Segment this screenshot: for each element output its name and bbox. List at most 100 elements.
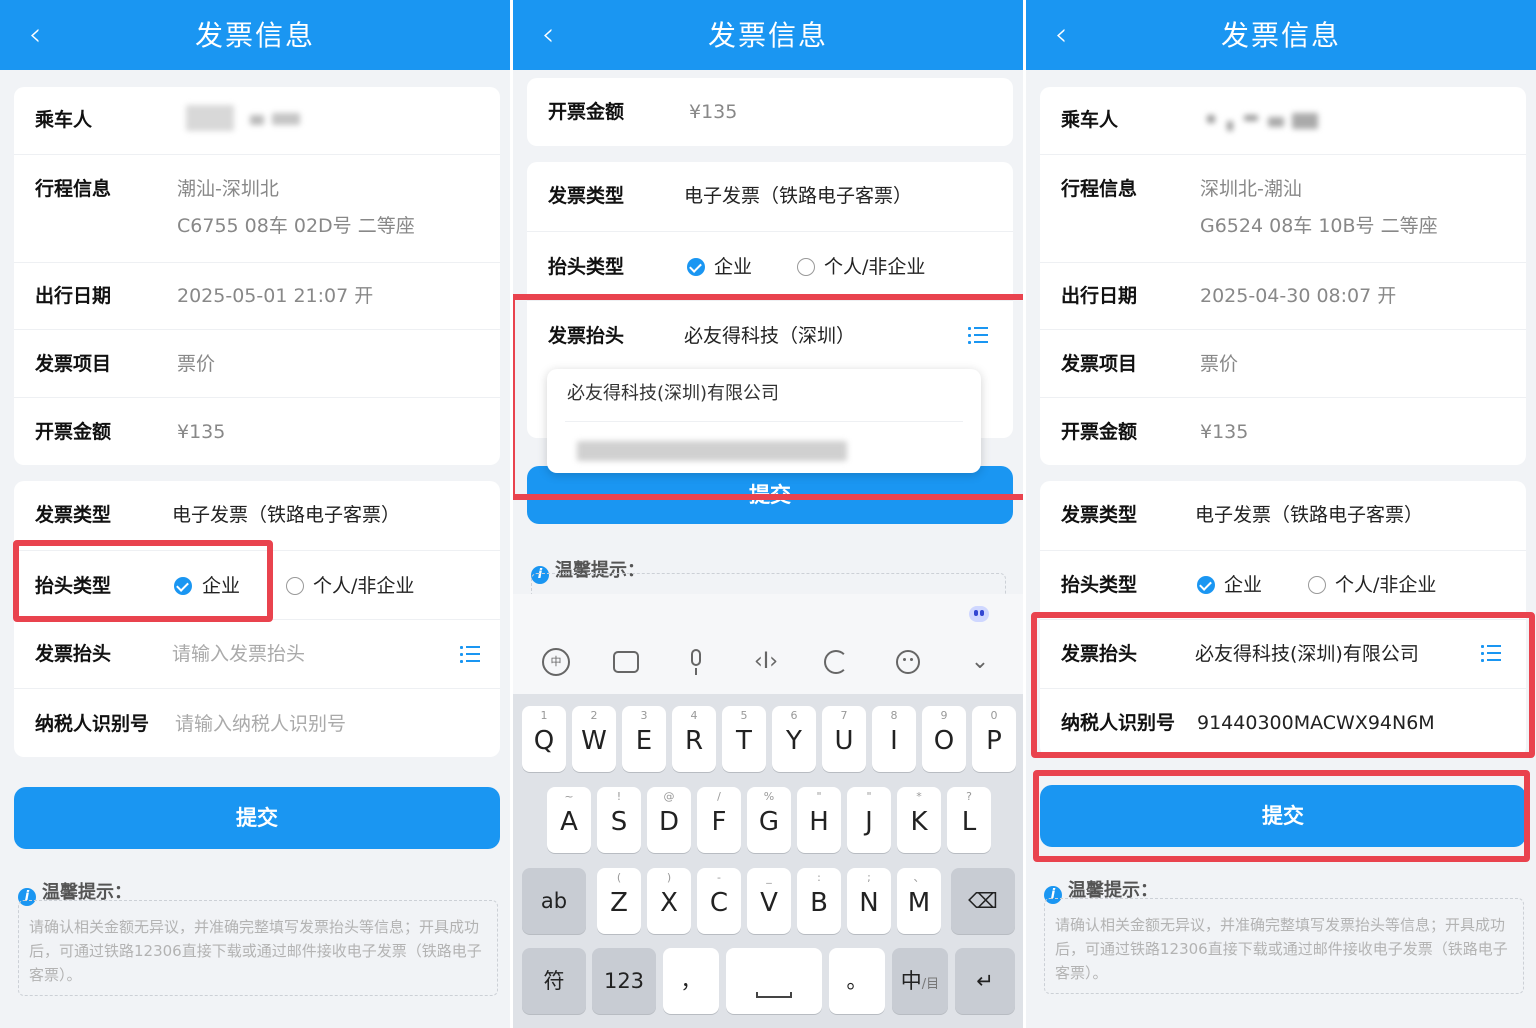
amount-label: 开票金额 bbox=[548, 101, 625, 123]
assistant-icon[interactable] bbox=[967, 604, 991, 624]
key-secondary-label: ? bbox=[966, 790, 972, 803]
emoji-icon[interactable] bbox=[894, 648, 922, 676]
key-t[interactable]: 5T bbox=[722, 706, 766, 772]
key-b[interactable]: :B bbox=[797, 868, 841, 934]
trip-row: 行程信息 深圳北-潮汕 G6524 08车 10B号 二等座 bbox=[1040, 154, 1526, 262]
company-radio-icon[interactable] bbox=[1197, 576, 1215, 594]
key-f[interactable]: / F bbox=[697, 787, 741, 853]
key-secondary-label: % bbox=[763, 790, 775, 803]
passenger-name-redacted bbox=[186, 105, 234, 131]
tax-label: 纳税人识别号 bbox=[35, 713, 150, 735]
key-label: K bbox=[910, 807, 928, 837]
key-backspace[interactable]: ⌫ bbox=[951, 868, 1015, 934]
key-p[interactable]: 0P bbox=[972, 706, 1016, 772]
keyboard-icon[interactable] bbox=[612, 648, 640, 676]
key-label: N bbox=[859, 888, 879, 918]
key-space[interactable] bbox=[726, 948, 822, 1014]
company-radio-icon[interactable] bbox=[687, 258, 705, 276]
amount-card: 开票金额 ¥135 bbox=[527, 78, 1013, 146]
key-symbols[interactable]: 符 bbox=[522, 948, 586, 1014]
personal-radio-icon[interactable] bbox=[286, 577, 304, 595]
key-u[interactable]: 7U bbox=[822, 706, 866, 772]
highlight-box-dropdown bbox=[513, 294, 1023, 500]
key-label: W bbox=[581, 726, 607, 756]
key-secondary-label: 4 bbox=[690, 709, 698, 722]
key-label: I bbox=[890, 726, 898, 756]
key-o[interactable]: 9O bbox=[922, 706, 966, 772]
key-w[interactable]: 2W bbox=[572, 706, 616, 772]
nav-bar: ‹ 发票信息 bbox=[0, 0, 510, 70]
trip-route: 深圳北-潮汕 bbox=[1200, 178, 1302, 200]
mic-icon[interactable] bbox=[682, 648, 710, 676]
key-i[interactable]: 8I bbox=[872, 706, 916, 772]
key-r[interactable]: 4R bbox=[672, 706, 716, 772]
key-k[interactable]: * K bbox=[897, 787, 941, 853]
key-secondary-label: : bbox=[817, 871, 821, 884]
key-v[interactable]: _ V bbox=[747, 868, 791, 934]
key-n[interactable]: ; N bbox=[847, 868, 891, 934]
date-row: 出行日期 2025-04-30 08:07 开 bbox=[1040, 262, 1526, 329]
personal-option[interactable]: 个人/非企业 bbox=[824, 253, 925, 281]
key-ab[interactable]: ab bbox=[522, 868, 586, 934]
key-e[interactable]: 3E bbox=[622, 706, 666, 772]
key-m[interactable]: 、 M bbox=[897, 868, 941, 934]
tax-id-input[interactable]: 请输入纳税人识别号 bbox=[175, 710, 346, 738]
trip-detail: G6524 08车 10B号 二等座 bbox=[1200, 215, 1438, 237]
personal-radio-icon[interactable] bbox=[1308, 576, 1326, 594]
key-secondary-label: " bbox=[816, 790, 822, 803]
key-c[interactable]: -C bbox=[697, 868, 741, 934]
key-period[interactable]: 。 bbox=[829, 948, 885, 1014]
amount-value: ¥135 bbox=[177, 421, 226, 443]
type-label: 发票类型 bbox=[548, 185, 625, 207]
type-value: 电子发票（铁路电子客票） bbox=[1195, 504, 1424, 526]
key-h[interactable]: " H bbox=[797, 787, 841, 853]
key-secondary-label: 2 bbox=[590, 709, 598, 722]
company-option[interactable]: 企业 bbox=[1224, 571, 1262, 599]
type-value: 电子发票（铁路电子客票） bbox=[684, 185, 913, 207]
amount-row: 开票金额 ¥135 bbox=[1040, 397, 1526, 465]
tax-row: 纳税人识别号 请输入纳税人识别号 bbox=[14, 688, 500, 757]
key-x[interactable]: ) X bbox=[647, 868, 691, 934]
key-d[interactable]: @ D bbox=[647, 787, 691, 853]
item-row: 发票项目 票价 bbox=[1040, 329, 1526, 397]
amount-row: 开票金额 ¥135 bbox=[14, 397, 500, 465]
key-a[interactable]: ~ A bbox=[547, 787, 591, 853]
key-q[interactable]: 1Q bbox=[522, 706, 566, 772]
personal-option[interactable]: 个人/非企业 bbox=[1335, 571, 1436, 599]
key-j[interactable]: " J bbox=[847, 787, 891, 853]
cursor-icon[interactable]: ‹I› bbox=[752, 648, 780, 676]
key-secondary-label: - bbox=[717, 871, 721, 884]
header-label: 发票抬头 bbox=[35, 643, 112, 665]
header-type-row: 抬头类型 企业 个人/非企业 bbox=[1040, 550, 1526, 619]
key-y[interactable]: 6Y bbox=[772, 706, 816, 772]
key-s[interactable]: ! S bbox=[597, 787, 641, 853]
company-option[interactable]: 企业 bbox=[714, 253, 752, 281]
key-enter[interactable]: ↵ bbox=[955, 948, 1015, 1014]
collapse-icon[interactable]: ⌄ bbox=[966, 648, 994, 676]
key-z[interactable]: (Z bbox=[597, 868, 641, 934]
item-label: 发票项目 bbox=[1061, 353, 1138, 375]
personal-option[interactable]: 个人/非企业 bbox=[313, 572, 414, 600]
key-123[interactable]: 123 bbox=[592, 948, 656, 1014]
submit-button[interactable]: 提交 bbox=[14, 787, 500, 849]
key-lang[interactable]: 中/目 bbox=[892, 948, 948, 1014]
key-secondary-label: / bbox=[717, 790, 721, 803]
key-label: S bbox=[610, 807, 628, 837]
type-row: 发票类型 电子发票（铁路电子客票） bbox=[1040, 481, 1526, 550]
ai-icon[interactable] bbox=[822, 648, 850, 676]
key-secondary-label: @ bbox=[663, 790, 675, 803]
key-label: Y bbox=[786, 726, 802, 756]
ime-icon[interactable]: 中 bbox=[542, 648, 570, 676]
personal-radio-icon[interactable] bbox=[797, 258, 815, 276]
amount-label: 开票金额 bbox=[35, 421, 112, 443]
highlight-box-submit bbox=[1033, 770, 1530, 862]
trip-label: 行程信息 bbox=[35, 178, 112, 200]
key-g[interactable]: % G bbox=[747, 787, 791, 853]
key-l[interactable]: ? L bbox=[947, 787, 991, 853]
nav-bar: ‹ 发票信息 bbox=[513, 0, 1023, 70]
header-list-icon[interactable] bbox=[460, 646, 480, 664]
passenger-label: 乘车人 bbox=[35, 109, 93, 131]
key-comma[interactable]: ， bbox=[663, 948, 719, 1014]
invoice-header-input[interactable]: 请输入发票抬头 bbox=[172, 640, 305, 668]
key-label: A bbox=[560, 807, 578, 837]
